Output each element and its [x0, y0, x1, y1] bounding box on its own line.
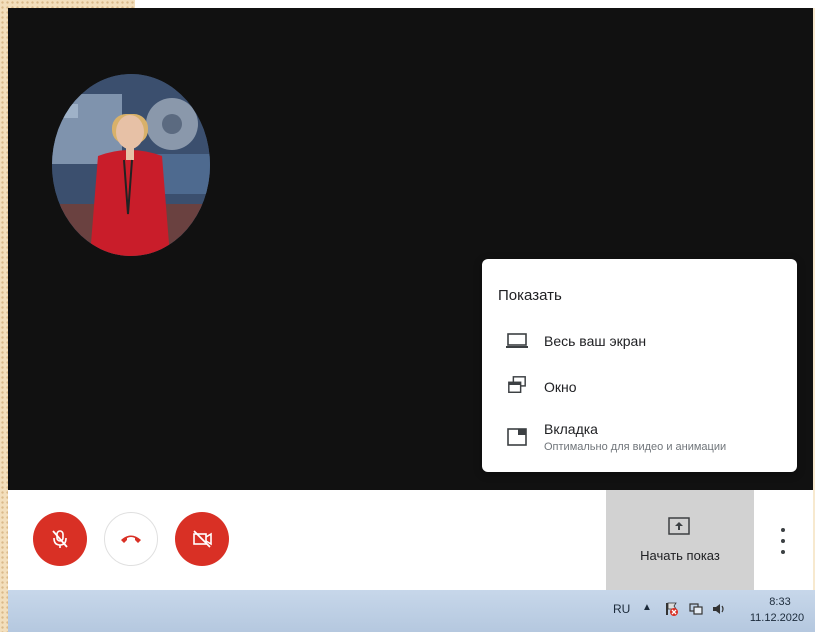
call-controls-bar: Начать показ	[8, 490, 813, 590]
mic-off-icon	[52, 530, 68, 548]
slide-border-pattern-top	[0, 0, 135, 8]
volume-icon[interactable]	[711, 601, 727, 617]
share-tab-hint: Оптимально для видео и анимации	[544, 441, 727, 453]
share-menu-title: Показать	[498, 287, 562, 304]
share-window-label: Окно	[544, 379, 577, 395]
tray-expand-icon[interactable]: ▲	[642, 602, 652, 613]
share-window-option[interactable]: Окно	[482, 367, 797, 407]
video-call-window: Показать Весь ваш экран Окно Вкладка Опт…	[8, 8, 813, 590]
more-options-button[interactable]	[773, 528, 793, 554]
share-entire-screen-option[interactable]: Весь ваш экран	[482, 321, 797, 361]
phone-hangup-icon	[121, 535, 141, 543]
language-indicator[interactable]: RU	[613, 602, 630, 616]
tab-icon	[507, 428, 527, 446]
more-vert-icon	[781, 528, 785, 532]
share-entire-screen-label: Весь ваш экран	[544, 333, 647, 349]
participant-avatar	[52, 74, 210, 256]
camera-toggle-button[interactable]	[175, 512, 229, 566]
window-icon	[508, 376, 526, 393]
share-screen-menu: Показать Весь ваш экран Окно Вкладка Опт…	[482, 259, 797, 472]
clock-date[interactable]: 11.12.2020	[744, 612, 810, 624]
windows-taskbar: RU ▲ 8:33 11.12.2020	[8, 590, 815, 632]
mic-toggle-button[interactable]	[33, 512, 87, 566]
share-tab-option[interactable]: Вкладка Оптимально для видео и анимации	[482, 411, 797, 459]
share-tab-label: Вкладка	[544, 421, 598, 437]
network-icon[interactable]	[688, 601, 704, 617]
top-strip	[135, 0, 815, 8]
video-stage: Показать Весь ваш экран Окно Вкладка Опт…	[8, 8, 813, 490]
hang-up-button[interactable]	[104, 512, 158, 566]
action-center-flag-icon[interactable]	[663, 601, 679, 617]
present-upload-icon	[668, 517, 690, 535]
start-presenting-label: Начать показ	[640, 548, 720, 563]
monitor-icon	[506, 333, 528, 348]
camera-off-icon	[193, 530, 212, 548]
clock-time[interactable]: 8:33	[756, 596, 804, 608]
start-presenting-button[interactable]: Начать показ	[606, 490, 754, 590]
